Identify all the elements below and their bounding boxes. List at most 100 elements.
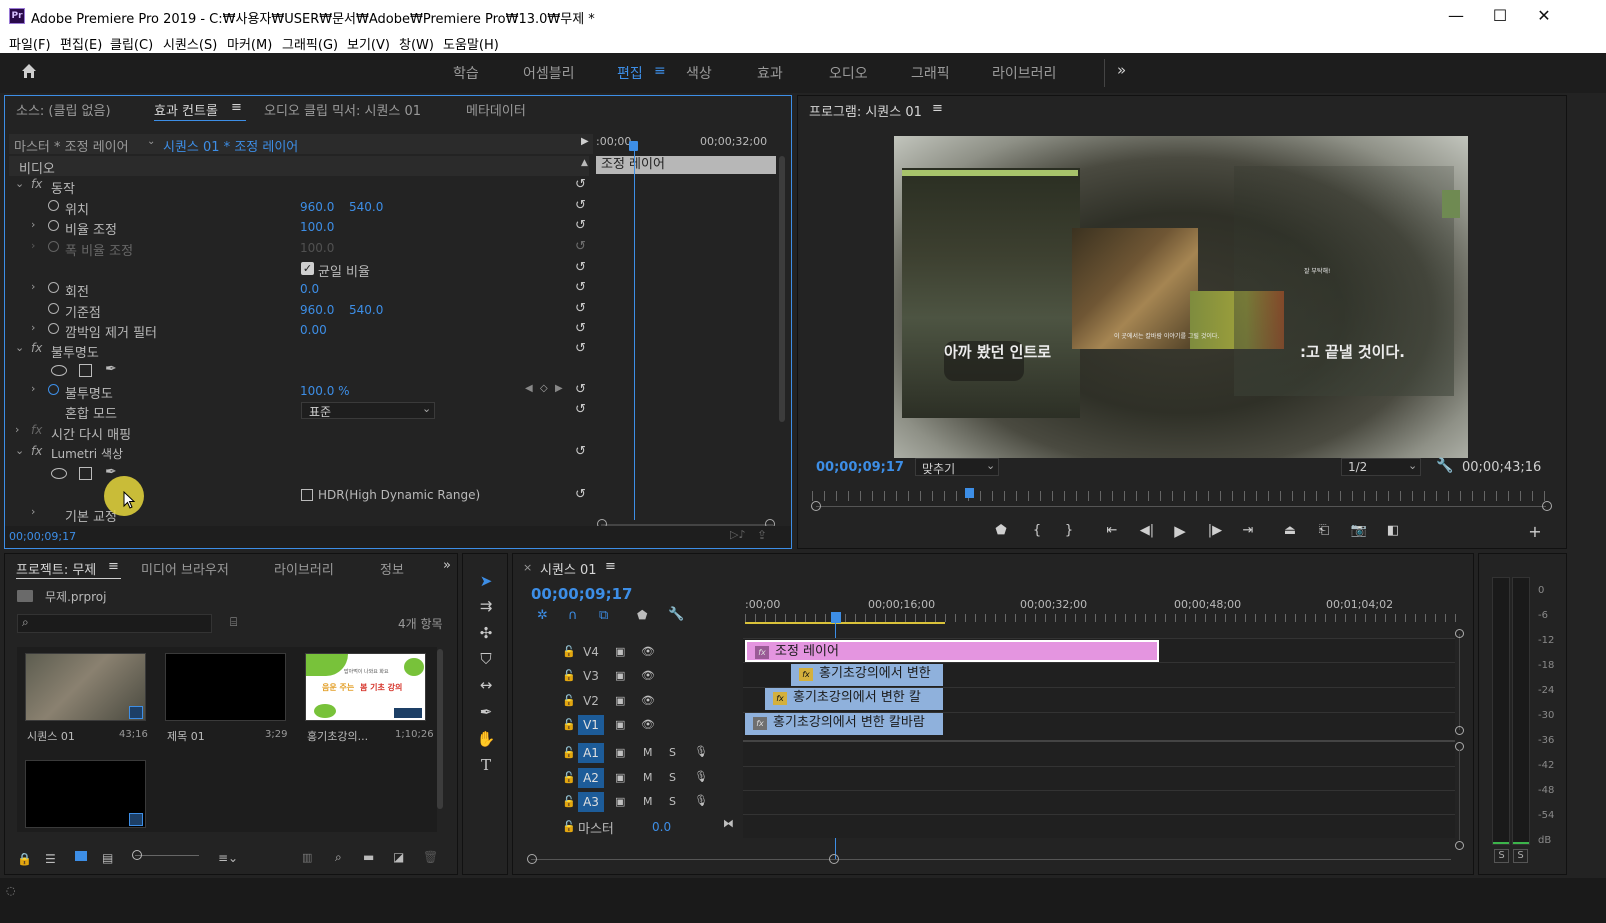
lock-icon[interactable]: 🔓 <box>562 669 576 682</box>
resolution-dropdown[interactable]: 1/2 ⌄ <box>1341 458 1421 476</box>
twirl-closed-icon[interactable]: › <box>31 382 35 395</box>
reset-icon[interactable]: ↺ <box>575 301 586 316</box>
razor-tool-icon[interactable]: ⛉ <box>475 650 497 672</box>
icon-view-icon[interactable] <box>75 851 87 861</box>
microphone-icon[interactable]: 🎙 <box>694 770 708 783</box>
add-marker-icon[interactable]: ⬟ <box>637 608 647 622</box>
timeline-title[interactable]: 시퀀스 01 <box>540 559 597 578</box>
solo-left-button[interactable]: S <box>1494 849 1509 863</box>
tab-media-browser[interactable]: 미디어 브라우저 <box>141 559 229 578</box>
close-tab-icon[interactable]: × <box>523 561 532 574</box>
go-to-out-icon[interactable]: ⇥ <box>1236 523 1260 538</box>
rectangle-mask-icon[interactable] <box>79 364 92 377</box>
track-label[interactable]: A3 <box>578 792 604 812</box>
twirl-open-icon[interactable]: ⌄ <box>15 444 24 457</box>
blend-mode-dropdown[interactable]: 표준 ⌄ <box>301 402 435 419</box>
close-button[interactable]: ✕ <box>1529 6 1559 26</box>
fx-icon[interactable]: fx <box>31 177 42 191</box>
menu-file[interactable]: 파일(F) <box>9 34 51 53</box>
comparison-view-icon[interactable]: ◧ <box>1381 523 1405 538</box>
tab-menu-icon[interactable]: ≡ <box>231 100 242 115</box>
stopwatch-icon[interactable] <box>48 282 59 293</box>
list-view-icon[interactable]: ☰ <box>45 852 56 866</box>
work-area-bar[interactable] <box>745 622 945 624</box>
lock-icon[interactable]: 🔒 <box>17 852 32 866</box>
eye-icon[interactable]: 👁 <box>641 694 655 707</box>
solo-right-button[interactable]: S <box>1513 849 1528 863</box>
mute-icon[interactable]: M <box>643 795 653 808</box>
workspace-learn[interactable]: 학습 <box>453 63 479 83</box>
camera-icon[interactable]: 📷 <box>1347 523 1371 538</box>
clip-adjustment-layer[interactable]: fx 조정 레이어 <box>745 640 1159 662</box>
reset-icon[interactable]: ↺ <box>575 382 586 397</box>
opacity-value[interactable]: 100.0 % <box>300 384 350 398</box>
scale-value[interactable]: 100.0 <box>300 220 334 234</box>
program-zoom-bar[interactable] <box>816 506 1546 507</box>
solo-icon[interactable]: S <box>669 746 676 759</box>
menu-window[interactable]: 창(W) <box>399 34 434 53</box>
collapse-up-icon[interactable]: ▲ <box>581 158 588 168</box>
stopwatch-icon[interactable] <box>48 200 59 211</box>
next-keyframe-icon[interactable]: ▶ <box>555 383 563 394</box>
microphone-icon[interactable]: 🎙 <box>694 794 708 807</box>
stopwatch-icon[interactable] <box>48 323 59 334</box>
tab-project[interactable]: 프로젝트: 무제 <box>16 559 96 578</box>
reset-icon[interactable]: ↺ <box>575 177 586 192</box>
reset-icon[interactable]: ↺ <box>575 218 586 233</box>
antiflicker-value[interactable]: 0.00 <box>300 323 327 337</box>
sync-lock-icon[interactable]: ▣ <box>615 718 625 731</box>
rectangle-mask-icon[interactable] <box>79 467 92 480</box>
pen-tool-icon[interactable]: ✒ <box>475 703 497 725</box>
track-label[interactable]: V4 <box>578 642 604 662</box>
wrench-icon[interactable]: 🔧 <box>668 607 684 622</box>
sync-lock-icon[interactable]: ▣ <box>615 669 625 682</box>
extract-icon[interactable]: ⎗ <box>1312 523 1336 538</box>
automate-icon[interactable]: ▥ <box>302 851 312 864</box>
track-label[interactable]: V3 <box>578 666 604 686</box>
rotation-value[interactable]: 0.0 <box>300 282 319 296</box>
position-y-value[interactable]: 540.0 <box>349 200 383 214</box>
ripple-edit-tool-icon[interactable]: ✣ <box>475 624 497 646</box>
workspace-graphics[interactable]: 그래픽 <box>911 63 950 83</box>
reset-icon[interactable]: ↺ <box>575 444 586 459</box>
reset-icon[interactable]: ↺ <box>575 402 586 417</box>
track-select-tool-icon[interactable]: ⇉ <box>475 597 497 619</box>
selection-tool-icon[interactable]: ➤ <box>475 572 497 594</box>
step-back-icon[interactable]: ◀| <box>1135 523 1159 538</box>
tab-source[interactable]: 소스: (클립 없음) <box>16 100 111 119</box>
clip-video-v2[interactable]: fx 홍기초강의에서 변한 칼 <box>765 688 943 710</box>
sequence-clip-label[interactable]: 시퀀스 01 * 조정 레이어 <box>163 136 298 155</box>
nest-toggle-icon[interactable]: ✲ <box>537 608 548 623</box>
clip-video-v3[interactable]: fx 홍기초강의에서 변한 <box>791 664 943 686</box>
program-monitor-title[interactable]: 프로그램: 시퀀스 01 <box>809 101 922 120</box>
effects-timecode[interactable]: 00;00;09;17 <box>9 530 76 543</box>
track-label[interactable]: A1 <box>578 743 604 763</box>
tab-info[interactable]: 정보 <box>380 559 404 578</box>
sync-lock-icon[interactable]: ▣ <box>615 746 625 759</box>
menu-help[interactable]: 도움말(H) <box>443 34 499 53</box>
twirl-closed-icon[interactable]: › <box>31 280 35 293</box>
menu-marker[interactable]: 마커(M) <box>227 34 272 53</box>
workspace-effects[interactable]: 효과 <box>757 63 783 83</box>
slip-tool-icon[interactable]: ↔ <box>475 676 497 698</box>
new-item-icon[interactable]: ◪ <box>393 850 404 864</box>
workspace-menu-icon[interactable]: ≡ <box>654 63 666 79</box>
lock-icon[interactable]: 🔓 <box>562 645 576 658</box>
mark-in-icon[interactable]: { <box>1025 523 1049 538</box>
step-forward-icon[interactable]: |▶ <box>1203 523 1227 538</box>
lock-icon[interactable]: 🔓 <box>562 795 576 808</box>
effects-mini-clip[interactable]: 조정 레이어 <box>596 156 776 174</box>
menu-sequence[interactable]: 시퀀스(S) <box>163 34 217 53</box>
tab-libraries[interactable]: 라이브러리 <box>274 559 334 578</box>
program-scrub-ruler[interactable] <box>812 491 1552 501</box>
tab-metadata[interactable]: 메타데이터 <box>466 100 526 119</box>
workspace-assembly[interactable]: 어셈블리 <box>523 63 575 83</box>
panel-overflow-icon[interactable]: » <box>443 558 451 573</box>
sync-lock-icon[interactable]: ▣ <box>615 771 625 784</box>
audio-vertical-scroll[interactable] <box>1459 750 1460 840</box>
snap-icon[interactable]: ∩ <box>568 608 578 623</box>
project-item-name[interactable]: 제목 01 <box>167 728 205 744</box>
stopwatch-icon[interactable] <box>48 303 59 314</box>
sync-lock-icon[interactable]: ▣ <box>615 645 625 658</box>
reset-icon[interactable]: ↺ <box>575 341 586 356</box>
